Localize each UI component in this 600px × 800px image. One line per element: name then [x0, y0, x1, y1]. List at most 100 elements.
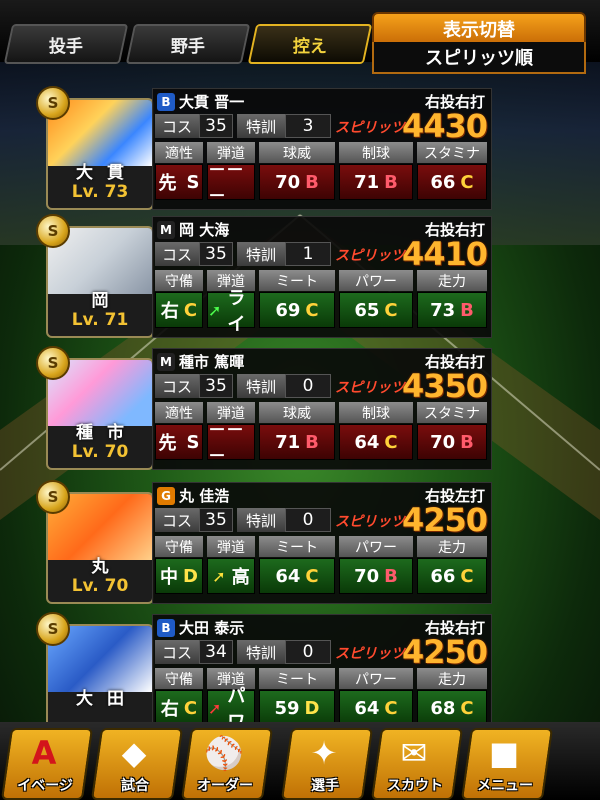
tokkun-label: 特訓: [237, 374, 285, 398]
stat-value: ➚パワ: [207, 686, 255, 733]
stat-number: 70: [430, 431, 456, 453]
stat-number: 中: [160, 567, 179, 588]
sort-toggle-header[interactable]: 表示切替: [372, 12, 586, 46]
stat-header: スタミナ: [417, 402, 487, 423]
portrait-name: 大貫: [76, 163, 138, 183]
spirits-value: 4350: [401, 367, 488, 405]
stat-number: 右: [160, 699, 179, 720]
spirits-label: スピリッツ: [335, 514, 405, 530]
team-logo-icon: M: [157, 221, 175, 239]
stat-number: 70: [354, 565, 380, 587]
nav-label[interactable]: メニュー: [462, 775, 548, 795]
stat-grade: B: [305, 431, 319, 453]
stat-grade: C: [384, 299, 398, 321]
rank-badge: S: [36, 214, 70, 248]
stat-grade: D: [183, 565, 198, 587]
portrait-name: 岡: [91, 291, 123, 311]
nav-icon: ✉: [400, 734, 428, 772]
spirits-value: 4250: [401, 633, 488, 671]
stat-number: 右: [160, 301, 179, 322]
stat-grade: S: [186, 431, 200, 453]
player-level: Lv. 71: [71, 310, 129, 330]
spirits-label: スピリッツ: [335, 646, 405, 662]
player-card[interactable]: 大貫 Lv. 73 S B 大貫 晋一 右投右打 コス 35 特訓 3 スピリッツ 4430 適性先 S 弾…: [36, 86, 492, 210]
cost-label: コス: [155, 508, 199, 532]
nav-icon: ■: [488, 734, 520, 772]
player-info: B 大貫 晋一 右投右打 コス 35 特訓 3 スピリッツ 4430 適性先 S 弾道 －－－ 球威 70 B…: [152, 88, 492, 210]
stat-header: 制球: [339, 142, 413, 163]
spirits-label: スピリッツ: [335, 120, 405, 136]
stat-number: 70: [275, 171, 301, 193]
tab-fielders[interactable]: 野手: [125, 24, 251, 64]
spirits-value: 4410: [401, 235, 488, 273]
stat-grade: C: [305, 565, 319, 587]
tab-label: 野手: [171, 36, 205, 57]
cost-value: 35: [199, 374, 233, 398]
spirits-value: 4250: [401, 501, 488, 539]
sort-toggle[interactable]: 表示切替 スピリッツ順: [372, 12, 586, 74]
player-name: 岡 大海: [179, 221, 230, 239]
stat-number: －－－: [208, 160, 244, 207]
tab-pitchers[interactable]: 投手: [3, 24, 129, 64]
stat-grade: D: [304, 697, 320, 719]
stat-value: 右C: [155, 690, 203, 726]
rank-badge: S: [36, 480, 70, 514]
stat-number: 66: [430, 565, 456, 587]
nav-icon: ✦: [310, 734, 338, 772]
nav-label[interactable]: スカウト: [372, 775, 458, 795]
nav-icon: ◆: [121, 734, 147, 772]
stat-value: ➚ ライ: [207, 288, 255, 335]
stat-header: ミート: [259, 270, 335, 291]
stat-number: 64: [275, 565, 301, 587]
stat-grade: B: [305, 171, 319, 193]
stat-number: 68: [430, 697, 456, 719]
player-card[interactable]: 岡 Lv. 71 S M 岡 大海 右投右打 コス 35 特訓 1 スピリッツ 4410 守備右 C 弾道 ➚…: [36, 214, 492, 338]
nav-label[interactable]: 試合: [92, 775, 178, 795]
stat-grade: B: [384, 565, 398, 587]
stat-grade: C: [384, 431, 398, 453]
player-card[interactable]: 種市 Lv. 70 S M 種市 篤暉 右投右打 コス 35 特訓 0 スピリッツ 4350 適性先 S 弾…: [36, 346, 492, 470]
tokkun-label: 特訓: [237, 242, 285, 266]
trajectory-arrow-icon: ➚: [212, 566, 226, 586]
stat-grade: C: [384, 697, 398, 719]
tokkun-label: 特訓: [237, 508, 285, 532]
stat-number: 先: [158, 433, 177, 454]
cost-value: 34: [199, 640, 233, 664]
stat-value: 68 C: [417, 690, 487, 726]
player-name: 大田 泰示: [179, 619, 245, 637]
stat-value: 64 C: [339, 424, 413, 460]
player-level: Lv. 70: [71, 576, 129, 596]
stat-value: 先S: [155, 424, 203, 460]
trajectory-arrow-icon: ➚: [208, 698, 222, 718]
stat-header: 走力: [417, 668, 487, 689]
stat-value: 71 B: [259, 424, 335, 460]
stat-value: 64 C: [339, 690, 413, 726]
stat-grade: C: [460, 565, 474, 587]
sort-mode-value: スピリッツ順: [372, 42, 586, 74]
stat-number: 65: [354, 299, 380, 321]
stat-value: 73 B: [417, 292, 487, 328]
stat-value: 中D: [155, 558, 203, 594]
player-card[interactable]: 大田SB大田 泰示右投右打コス34特訓0スピリッツ4250守備右C弾道➚パワミー…: [36, 612, 492, 736]
stat-header: 球威: [259, 402, 335, 423]
tokkun-value: 3: [285, 114, 331, 138]
team-logo-icon: B: [157, 619, 175, 637]
stat-number: 66: [430, 171, 456, 193]
stat-grade: B: [384, 171, 398, 193]
nav-label[interactable]: 選手: [282, 775, 368, 795]
nav-icon: ⚾: [204, 734, 244, 772]
stat-grade: C: [183, 299, 198, 321]
stat-header: パワー: [339, 668, 413, 689]
player-info: M 種市 篤暉 右投右打 コス 35 特訓 0 スピリッツ 4350 適性先 S 弾道 －－－ 球威 71 B…: [152, 348, 492, 470]
tab-reserves[interactable]: 控え: [247, 24, 373, 64]
stat-number: 64: [354, 431, 380, 453]
stat-grade: C: [460, 171, 474, 193]
nav-label[interactable]: オーダー: [182, 775, 268, 795]
stat-value: 右C: [155, 292, 203, 328]
player-card[interactable]: 丸 Lv. 70 S G 丸 佳浩 右投左打 コス 35 特訓 0 スピリッツ 4250 守備中 D 弾道 ➚…: [36, 480, 492, 604]
team-logo-icon: B: [157, 93, 175, 111]
player-level: Lv. 70: [71, 442, 129, 462]
nav-label[interactable]: イベージ: [2, 775, 88, 795]
stat-header: 走力: [417, 536, 487, 557]
stat-grade: C: [305, 299, 319, 321]
